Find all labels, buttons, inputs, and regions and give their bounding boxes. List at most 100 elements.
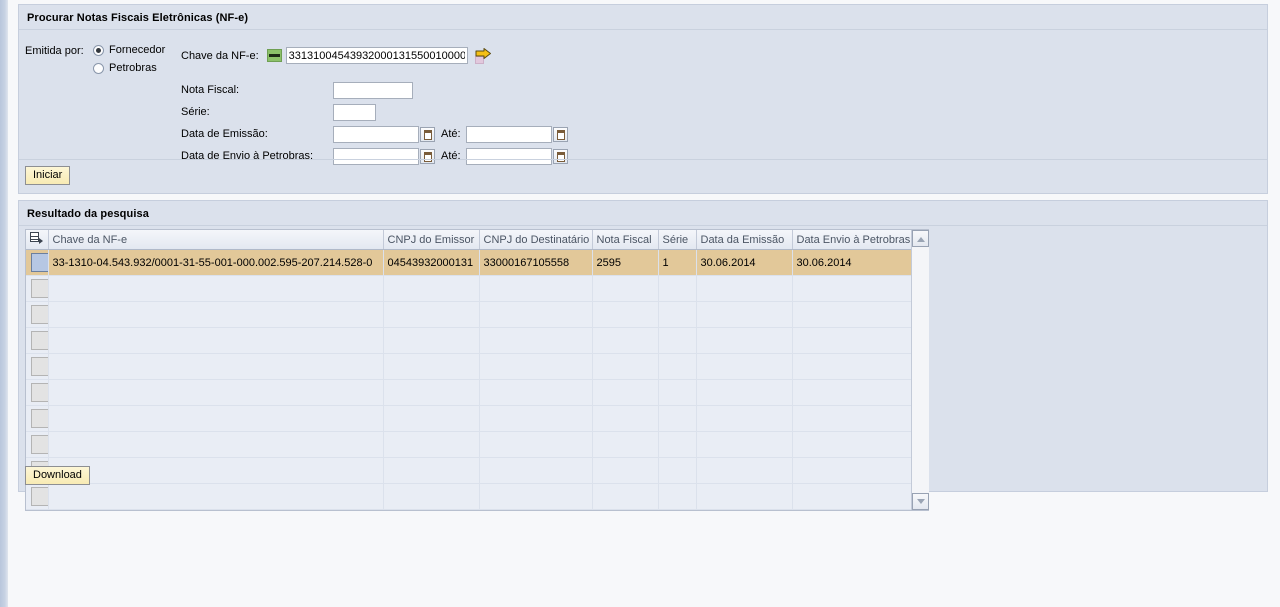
row-select-cell[interactable] (26, 301, 49, 328)
table-cell (479, 275, 593, 302)
scroll-up-arrow-icon[interactable] (912, 230, 929, 247)
row-select-cell[interactable] (26, 405, 49, 432)
table-cell (792, 275, 913, 302)
table-cell (383, 379, 480, 406)
column-header-nota-fiscal[interactable]: Nota Fiscal (592, 230, 659, 250)
row-select-cell[interactable] (26, 483, 49, 510)
table-row[interactable]: 33-1310-04.543.932/0001-31-55-001-000.00… (26, 249, 929, 276)
table-cell (792, 457, 913, 484)
data-envio-to-calendar-icon[interactable] (552, 148, 568, 164)
row-select-cell[interactable] (26, 353, 49, 380)
data-emissao-to-input[interactable] (465, 125, 552, 143)
table-row[interactable] (26, 483, 929, 510)
emitida-por-radio-group: Fornecedor Petrobras (93, 42, 165, 78)
results-vertical-scrollbar[interactable] (911, 230, 929, 510)
radio-petrobras[interactable]: Petrobras (93, 60, 165, 76)
table-cell (479, 431, 593, 458)
table-cell (383, 405, 480, 432)
table-cell (592, 301, 659, 328)
table-cell (383, 327, 480, 354)
table-row[interactable] (26, 301, 929, 328)
table-cell (658, 301, 697, 328)
chave-nfe-input[interactable] (285, 47, 468, 64)
row-select-box[interactable] (31, 383, 47, 402)
result-panel: Resultado da pesquisa Chave da NF-e CNPJ… (18, 200, 1268, 511)
data-emissao-to-calendar-icon[interactable] (552, 126, 568, 142)
serie-input[interactable] (333, 103, 376, 121)
yellow-arrow-icon[interactable] (474, 47, 492, 64)
row-select-box[interactable] (31, 253, 47, 272)
data-emissao-ate-label: Até: (441, 128, 461, 140)
iniciar-button[interactable]: Iniciar (25, 166, 71, 185)
column-header-serie[interactable]: Série (658, 230, 697, 250)
table-row[interactable] (26, 457, 929, 484)
table-cell: 33-1310-04.543.932/0001-31-55-001-000.00… (48, 249, 384, 276)
table-row[interactable] (26, 379, 929, 406)
row-select-cell[interactable] (26, 275, 49, 302)
emitida-por-label: Emitida por: (25, 45, 84, 57)
table-cell (479, 327, 593, 354)
table-row[interactable] (26, 431, 929, 458)
table-cell (792, 405, 913, 432)
table-cell (48, 431, 384, 458)
field-row-data-emissao: Data de Emissão: Até: (181, 123, 568, 145)
result-panel-title: Resultado da pesquisa (27, 208, 149, 220)
table-cell (792, 353, 913, 380)
table-cell (792, 483, 913, 510)
download-button[interactable]: Download (25, 466, 90, 485)
table-row[interactable] (26, 353, 929, 380)
row-select-box[interactable] (31, 279, 47, 298)
row-select-box[interactable] (31, 487, 47, 506)
table-cell (658, 405, 697, 432)
row-select-box[interactable] (31, 409, 47, 428)
table-cell (48, 457, 384, 484)
table-cell (592, 353, 659, 380)
table-cell (658, 457, 697, 484)
table-cell (658, 327, 697, 354)
table-cell (383, 457, 480, 484)
radio-petrobras-indicator[interactable] (93, 62, 104, 74)
data-envio-from-input[interactable] (333, 147, 419, 165)
table-cell (592, 327, 659, 354)
results-table: Chave da NF-e CNPJ do Emissor CNPJ do De… (26, 230, 929, 510)
row-select-box[interactable] (31, 305, 47, 324)
table-cell (658, 431, 697, 458)
row-select-cell[interactable] (26, 327, 49, 354)
table-cell (658, 379, 697, 406)
column-header-data-envio[interactable]: Data Envio à Petrobras (792, 230, 913, 250)
radio-fornecedor[interactable]: Fornecedor (93, 42, 165, 58)
table-cell (479, 405, 593, 432)
scroll-down-arrow-icon[interactable] (912, 493, 929, 510)
green-key-icon[interactable] (266, 49, 282, 62)
row-select-box[interactable] (31, 357, 47, 376)
data-emissao-from-calendar-icon[interactable] (420, 126, 435, 142)
data-emissao-from-input[interactable] (333, 125, 419, 143)
row-select-cell[interactable] (26, 431, 49, 458)
table-settings-icon[interactable] (30, 232, 43, 244)
table-cell (48, 379, 384, 406)
table-row[interactable] (26, 327, 929, 354)
column-header-data-emissao[interactable]: Data da Emissão (696, 230, 793, 250)
nota-fiscal-input[interactable] (333, 81, 413, 99)
row-select-box[interactable] (31, 331, 47, 350)
scrollbar-track[interactable] (912, 247, 929, 493)
field-row-data-envio: Data de Envio à Petrobras: Até: (181, 145, 568, 167)
table-row[interactable] (26, 275, 929, 302)
data-envio-to-input[interactable] (465, 147, 552, 165)
left-rail (0, 0, 8, 607)
table-cell (696, 301, 793, 328)
table-cell (383, 301, 480, 328)
column-header-chave-nfe[interactable]: Chave da NF-e (48, 230, 384, 250)
column-header-cnpj-destinatario[interactable]: CNPJ do Destinatário (479, 230, 593, 250)
table-cell (48, 275, 384, 302)
row-select-box[interactable] (31, 435, 47, 454)
row-select-cell[interactable] (26, 379, 49, 406)
column-header-cnpj-emissor[interactable]: CNPJ do Emissor (383, 230, 480, 250)
radio-fornecedor-indicator[interactable] (93, 44, 104, 56)
table-cell (792, 301, 913, 328)
table-settings-header[interactable] (26, 230, 49, 250)
data-envio-from-calendar-icon[interactable] (420, 148, 435, 164)
table-row[interactable] (26, 405, 929, 432)
row-select-cell[interactable] (26, 249, 49, 276)
data-envio-label: Data de Envio à Petrobras: (181, 150, 314, 162)
